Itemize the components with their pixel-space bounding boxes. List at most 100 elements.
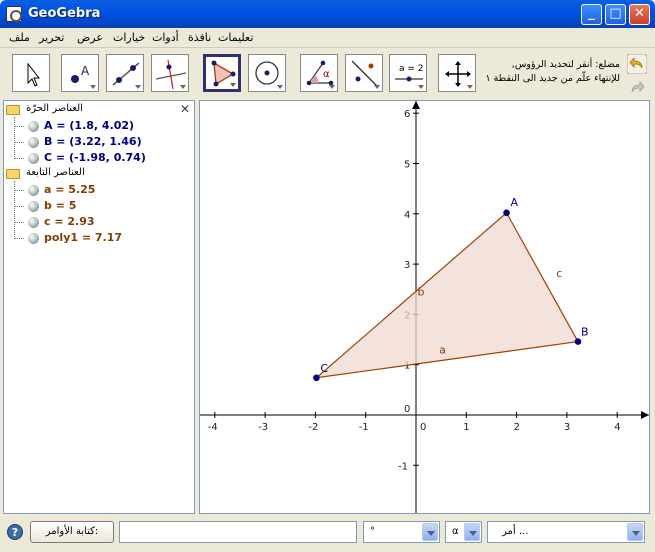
move-graphics-view-button[interactable] xyxy=(438,54,476,92)
input-bar-label-button[interactable]: كتابة الأوامر: xyxy=(30,521,114,543)
x-tick-label: -3 xyxy=(258,422,268,433)
object-definition: c = 2.93 xyxy=(44,215,95,228)
visibility-toggle-icon[interactable] xyxy=(28,201,39,212)
x-axis-arrow-icon xyxy=(641,411,649,419)
svg-text:a = 2: a = 2 xyxy=(399,64,424,74)
y-axis-arrow-icon xyxy=(412,101,420,109)
y-tick-label: 5 xyxy=(404,160,410,171)
maximize-button[interactable]: □ xyxy=(605,4,626,25)
undo-icon[interactable] xyxy=(627,54,647,74)
close-algebra-view-icon[interactable]: ✕ xyxy=(180,102,190,116)
symbol-select-value: ° xyxy=(370,526,375,537)
help-icon[interactable]: ? xyxy=(7,524,23,540)
polygon-tool-button[interactable] xyxy=(203,54,241,92)
close-button[interactable]: ✕ xyxy=(629,4,650,25)
x-tick-label: 1 xyxy=(463,422,469,433)
tool-help-line-2: للإنتهاء علّم من جديد الى النقطة ١ xyxy=(485,73,620,84)
dependent-objects-label: العناصر التابعة xyxy=(26,167,85,178)
y-tick-label: 3 xyxy=(404,260,410,271)
segment-label-c: c xyxy=(556,267,562,280)
graphics-canvas[interactable]: -4-3-2-1012346543210-1abcABC xyxy=(200,101,649,513)
y-tick-label: 6 xyxy=(404,109,410,120)
move-tool-icon xyxy=(27,62,41,87)
menu-bar: ملف تحرير عرض خيارات أدوات نافذة تعليمات xyxy=(0,28,655,48)
greek-letter-select-value: α xyxy=(452,526,459,537)
point-label-A: A xyxy=(511,196,519,209)
menu-edit[interactable]: تحرير xyxy=(39,31,64,44)
menu-window[interactable]: نافذة xyxy=(188,31,211,44)
circle-tool-button[interactable] xyxy=(248,54,286,92)
chevron-down-icon[interactable] xyxy=(627,523,643,541)
point-A xyxy=(503,209,510,217)
minimize-button[interactable]: _ xyxy=(581,4,602,25)
visibility-toggle-icon[interactable] xyxy=(28,137,39,148)
window-title: GeoGebra xyxy=(28,6,101,21)
dependent-objects-folder[interactable]: العناصر التابعة xyxy=(6,167,176,182)
visibility-toggle-icon[interactable] xyxy=(28,121,39,132)
command-input[interactable] xyxy=(119,521,357,543)
slider-tool-button[interactable]: a = 2 xyxy=(389,54,427,92)
object-definition: C = (-1.98, 0.74) xyxy=(44,151,146,164)
algebra-view: ✕ العناصر الحرّة A = (1.8, 4.02) B = (3.… xyxy=(3,100,195,514)
line-tool-button[interactable] xyxy=(106,54,144,92)
menu-options[interactable]: خيارات xyxy=(113,31,145,44)
graphics-view[interactable]: -4-3-2-1012346543210-1abcABC xyxy=(199,100,650,514)
reflect-tool-button[interactable] xyxy=(345,54,383,92)
object-definition: a = 5.25 xyxy=(44,183,96,196)
svg-text:α: α xyxy=(323,69,330,80)
redo-icon[interactable] xyxy=(627,78,647,98)
segment-label-a: a xyxy=(439,344,446,357)
x-tick-label: -1 xyxy=(359,422,369,433)
list-item[interactable]: c = 2.93 xyxy=(28,214,188,230)
point-C xyxy=(313,374,320,382)
list-item[interactable]: b = 5 xyxy=(28,198,188,214)
perpendicular-line-tool-button[interactable] xyxy=(151,54,189,92)
input-bar: ? كتابة الأوامر: ° α أمر ... xyxy=(0,514,655,552)
visibility-toggle-icon[interactable] xyxy=(28,233,39,244)
object-definition: B = (3.22, 1.46) xyxy=(44,135,142,148)
angle-tool-button[interactable]: α xyxy=(300,54,338,92)
segment-label-b: b xyxy=(417,285,424,298)
chevron-down-icon[interactable] xyxy=(422,523,438,541)
list-item[interactable]: B = (3.22, 1.46) xyxy=(28,134,188,150)
visibility-toggle-icon[interactable] xyxy=(28,217,39,228)
list-item[interactable]: A = (1.8, 4.02) xyxy=(28,118,188,134)
x-tick-label: 2 xyxy=(514,422,520,433)
symbol-select[interactable]: ° xyxy=(363,521,440,543)
greek-letter-select[interactable]: α xyxy=(445,521,482,543)
triangle-polygon xyxy=(314,211,579,379)
command-select[interactable]: أمر ... xyxy=(487,521,645,543)
x-tick-label: -4 xyxy=(208,422,218,433)
x-tick-label: 3 xyxy=(564,422,570,433)
object-definition: A = (1.8, 4.02) xyxy=(44,119,135,132)
visibility-toggle-icon[interactable] xyxy=(28,153,39,164)
y-tick-label: -1 xyxy=(398,461,408,472)
list-item[interactable]: a = 5.25 xyxy=(28,182,188,198)
folder-icon xyxy=(6,105,20,115)
y-tick-label: 4 xyxy=(404,210,410,221)
visibility-toggle-icon[interactable] xyxy=(28,185,39,196)
tool-help-line-1: مضلع: أنقر لتحديد الرؤوس, xyxy=(511,59,620,70)
geogebra-app-icon xyxy=(6,6,22,22)
move-tool-button[interactable] xyxy=(12,54,50,92)
free-objects-folder[interactable]: العناصر الحرّة xyxy=(6,103,176,118)
object-definition: poly1 = 7.17 xyxy=(44,231,123,244)
point-label-C: C xyxy=(320,362,328,375)
menu-view[interactable]: عرض xyxy=(77,31,103,44)
menu-file[interactable]: ملف xyxy=(9,31,30,44)
x-tick-label: 0 xyxy=(420,422,426,433)
command-select-value: أمر ... xyxy=(502,526,529,537)
x-tick-label: 4 xyxy=(614,422,620,433)
new-point-tool-button[interactable]: A xyxy=(61,54,99,92)
menu-help[interactable]: تعليمات xyxy=(218,31,253,44)
svg-text:A: A xyxy=(81,64,90,78)
list-item[interactable]: C = (-1.98, 0.74) xyxy=(28,150,188,166)
free-objects-label: العناصر الحرّة xyxy=(26,103,83,114)
title-bar: GeoGebra _ □ ✕ xyxy=(0,0,655,28)
point-label-B: B xyxy=(581,326,589,339)
list-item[interactable]: poly1 = 7.17 xyxy=(28,230,188,246)
y-tick-label: 0 xyxy=(404,404,410,415)
menu-tools[interactable]: أدوات xyxy=(152,31,179,44)
chevron-down-icon[interactable] xyxy=(464,523,480,541)
tool-help-text: مضلع: أنقر لتحديد الرؤوس, للإنتهاء علّم … xyxy=(478,58,620,86)
